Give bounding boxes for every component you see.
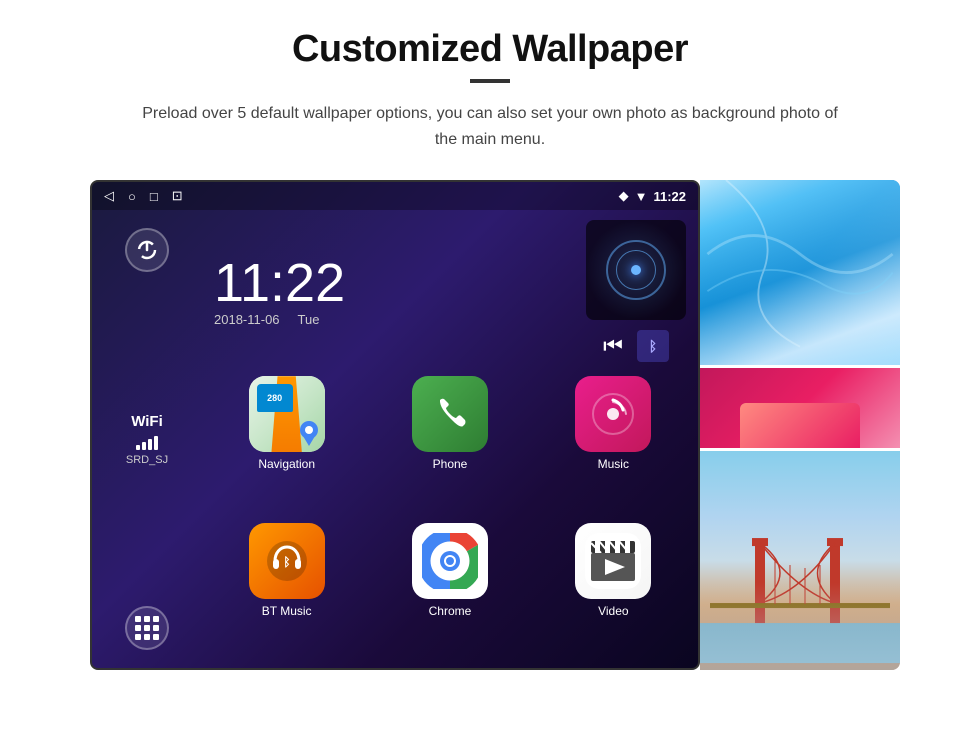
media-inner-circle: [616, 250, 656, 290]
phone-label: Phone: [433, 457, 468, 471]
app-video[interactable]: Video: [537, 523, 690, 660]
android-screen: ◁ ○ □ ⊡ ◆ ▼ 11:22: [90, 180, 700, 670]
grid-dots-icon: [135, 616, 159, 640]
page-description: Preload over 5 default wallpaper options…: [140, 101, 840, 152]
chrome-label: Chrome: [429, 604, 472, 618]
status-right-icons: ◆ ▼ 11:22: [619, 188, 686, 204]
svg-text:ᛒ: ᛒ: [283, 555, 290, 569]
wallpaper-thumb-bridge[interactable]: [700, 451, 900, 670]
clock-date: 2018-11-06: [214, 312, 280, 327]
clock-date-display: 2018-11-06 Tue: [214, 312, 319, 327]
bluetooth-button[interactable]: ᛒ: [637, 330, 669, 362]
status-bar: ◁ ○ □ ⊡ ◆ ▼ 11:22: [92, 182, 698, 210]
status-time: 11:22: [653, 189, 686, 204]
page-container: Customized Wallpaper Preload over 5 defa…: [0, 0, 980, 749]
app-chrome[interactable]: Chrome: [373, 523, 526, 660]
title-underline: [470, 79, 510, 83]
chrome-svg-icon: [422, 533, 478, 589]
video-svg-icon: [585, 533, 641, 589]
back-icon[interactable]: ◁: [104, 188, 114, 204]
nav-icons: ◁ ○ □ ⊡: [104, 188, 183, 204]
music-icon: [575, 376, 651, 452]
wallpaper-thumb-mid[interactable]: [700, 368, 900, 448]
wifi-label: WiFi: [131, 413, 163, 430]
wifi-block: WiFi SRD_SJ: [126, 413, 168, 466]
power-icon: [136, 239, 158, 261]
wallpaper-thumb-ice[interactable]: [700, 180, 900, 365]
chrome-icon: [412, 523, 488, 599]
wifi-bar-3: [148, 439, 152, 450]
screen-wrapper: ◁ ○ □ ⊡ ◆ ▼ 11:22: [90, 180, 890, 670]
wifi-ssid: SRD_SJ: [126, 454, 168, 466]
apps-grid-button[interactable]: [125, 606, 169, 650]
music-svg-icon: [591, 392, 635, 436]
media-circle: [606, 240, 666, 300]
app-music[interactable]: Music: [537, 376, 690, 513]
wifi-bars: [136, 434, 158, 450]
screenshot-icon[interactable]: ⊡: [172, 188, 183, 204]
home-icon[interactable]: ○: [128, 189, 136, 204]
clock-block: 11:22 2018-11-06 Tue: [214, 256, 345, 327]
mid-item: [740, 403, 860, 448]
media-controls: ⏮ ᛒ: [603, 330, 669, 362]
wifi-bar-1: [136, 445, 140, 450]
video-icon: [575, 523, 651, 599]
map-pin-icon: [299, 420, 319, 446]
clock-area: 11:22 2018-11-06 Tue: [210, 220, 690, 362]
nav-shield-text: 280: [267, 394, 282, 403]
signal-icon: ▼: [635, 189, 648, 204]
media-widget[interactable]: [586, 220, 686, 320]
music-label: Music: [598, 457, 629, 471]
bridge-fog: [700, 583, 900, 671]
app-phone[interactable]: Phone: [373, 376, 526, 513]
clock-time-display: 11:22: [214, 256, 345, 310]
location-icon: ◆: [619, 188, 629, 204]
clock-day: Tue: [298, 312, 320, 327]
ice-texture-svg: [700, 180, 900, 365]
wifi-bar-4: [154, 436, 158, 450]
apps-grid: 280 Navigation: [210, 376, 690, 660]
recents-icon[interactable]: □: [150, 189, 158, 204]
media-center-dot: [631, 265, 641, 275]
left-sidebar: WiFi SRD_SJ: [92, 210, 202, 668]
page-title: Customized Wallpaper: [292, 28, 688, 71]
phone-svg-icon: [428, 392, 472, 436]
bt-music-label: BT Music: [262, 604, 312, 618]
nav-shield: 280: [257, 384, 293, 412]
center-content: 11:22 2018-11-06 Tue: [202, 210, 698, 668]
app-bt-music[interactable]: ᛒ BT Music: [210, 523, 363, 660]
power-button[interactable]: [125, 228, 169, 272]
navigation-label: Navigation: [258, 457, 315, 471]
app-navigation[interactable]: 280 Navigation: [210, 376, 363, 513]
main-area: WiFi SRD_SJ: [92, 210, 698, 668]
prev-track-button[interactable]: ⏮: [603, 333, 623, 359]
phone-icon: [412, 376, 488, 452]
navigation-icon: 280: [249, 376, 325, 452]
video-label: Video: [598, 604, 628, 618]
wallpaper-thumbnails: [700, 180, 900, 670]
bt-music-icon: ᛒ: [249, 523, 325, 599]
wifi-bar-2: [142, 442, 146, 450]
bt-svg-icon: ᛒ: [265, 539, 309, 583]
bluetooth-icon: ᛒ: [649, 338, 657, 354]
